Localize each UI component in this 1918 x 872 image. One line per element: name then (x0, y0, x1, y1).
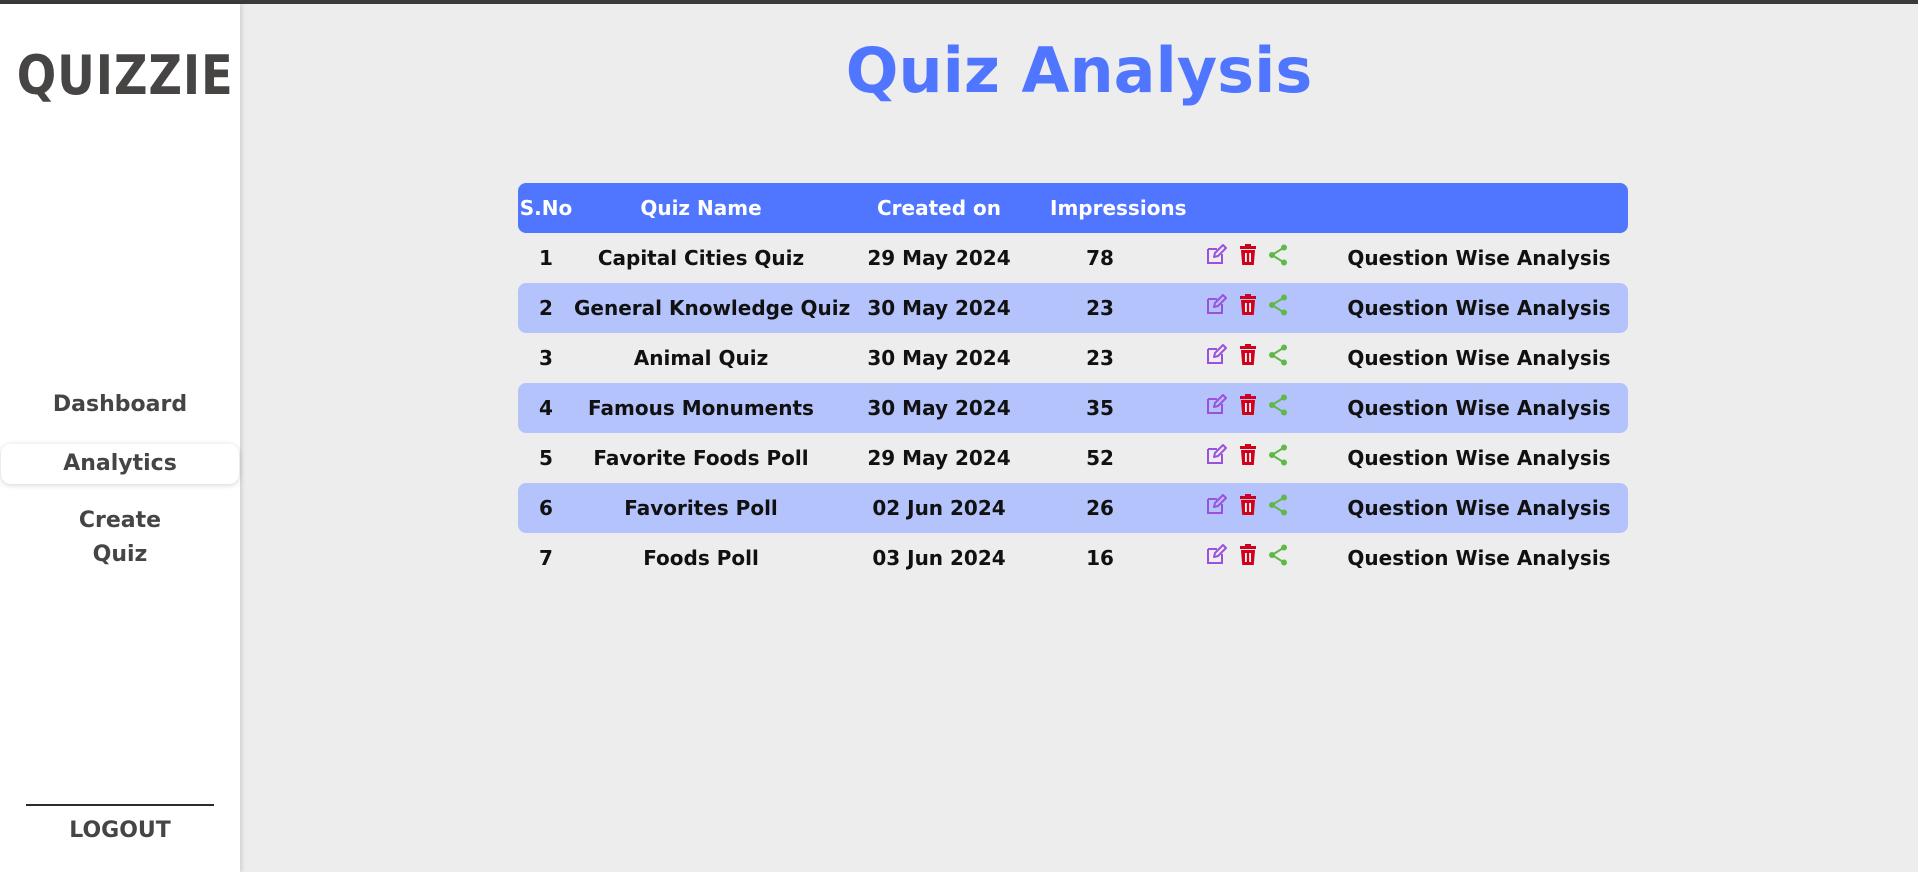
question-wise-analysis-link[interactable]: Question Wise Analysis (1330, 346, 1628, 370)
header-sno: S.No (519, 196, 573, 220)
question-wise-analysis-link[interactable]: Question Wise Analysis (1330, 396, 1628, 420)
delete-icon[interactable] (1236, 443, 1260, 467)
share-icon[interactable] (1266, 443, 1290, 467)
cell-impressions: 16 (1086, 546, 1114, 570)
delete-icon[interactable] (1236, 293, 1260, 317)
cell-actions (1150, 283, 1330, 333)
sidebar-item-create-quiz[interactable]: Create Quiz (0, 504, 240, 572)
table-row: 7 Foods Poll 03 Jun 2024 16 Question Wise An… (518, 533, 1628, 583)
sidebar-item-dashboard[interactable]: Dashboard (0, 392, 240, 417)
cell-sno: 2 (539, 296, 553, 320)
cell-actions (1150, 383, 1330, 433)
cell-sno: 6 (539, 496, 553, 520)
sidebar: QUIZZIE Dashboard Analytics Create Quiz … (0, 4, 240, 872)
delete-icon[interactable] (1236, 243, 1260, 267)
share-icon[interactable] (1266, 243, 1290, 267)
cell-created-on: 03 Jun 2024 (872, 546, 1006, 570)
share-icon[interactable] (1266, 343, 1290, 367)
table-row: 2 General Knowledge Quiz 30 May 2024 23 Ques… (518, 283, 1628, 333)
cell-sno: 4 (539, 396, 553, 420)
cell-actions (1150, 483, 1330, 533)
quiz-analysis-table: S.No Quiz Name Created on Impressions 1 C… (518, 183, 1628, 583)
cell-created-on: 30 May 2024 (867, 296, 1011, 320)
question-wise-analysis-link[interactable]: Question Wise Analysis (1330, 246, 1628, 270)
delete-icon[interactable] (1236, 493, 1260, 517)
header-impressions: Impressions (1050, 196, 1187, 220)
page-title: Quiz Analysis (845, 34, 1313, 107)
table-row: 1 Capital Cities Quiz 29 May 2024 78 Questio… (518, 233, 1628, 283)
table-row: 5 Favorite Foods Poll 29 May 2024 52 Questio… (518, 433, 1628, 483)
cell-actions (1150, 333, 1330, 383)
create-quiz-label-line1: Create (78, 508, 162, 533)
share-icon[interactable] (1266, 293, 1290, 317)
edit-icon[interactable] (1204, 343, 1228, 367)
cell-sno: 3 (539, 346, 553, 370)
cell-created-on: 29 May 2024 (867, 246, 1011, 270)
table-row: 3 Animal Quiz 30 May 2024 23 Question Wise A… (518, 333, 1628, 383)
cell-actions (1150, 533, 1330, 583)
cell-sno: 5 (539, 446, 553, 470)
edit-icon[interactable] (1204, 393, 1228, 417)
logout-divider (26, 804, 214, 806)
delete-icon[interactable] (1236, 393, 1260, 417)
question-wise-analysis-link[interactable]: Question Wise Analysis (1330, 296, 1628, 320)
share-icon[interactable] (1266, 493, 1290, 517)
share-icon[interactable] (1266, 393, 1290, 417)
cell-quiz-name: General Knowledge Quiz (574, 296, 851, 320)
cell-impressions: 78 (1086, 246, 1114, 270)
edit-icon[interactable] (1204, 493, 1228, 517)
sidebar-item-analytics[interactable]: Analytics (1, 444, 239, 484)
app-logo: QUIZZIE (16, 44, 234, 107)
cell-sno: 7 (539, 546, 553, 570)
delete-icon[interactable] (1236, 343, 1260, 367)
cell-quiz-name: Famous Monuments (588, 396, 814, 420)
header-created-on: Created on (877, 196, 1001, 220)
cell-actions (1150, 233, 1330, 283)
cell-created-on: 29 May 2024 (867, 446, 1011, 470)
delete-icon[interactable] (1236, 543, 1260, 567)
cell-impressions: 26 (1086, 496, 1114, 520)
table-header: S.No Quiz Name Created on Impressions (518, 183, 1628, 233)
cell-created-on: 02 Jun 2024 (872, 496, 1006, 520)
cell-created-on: 30 May 2024 (867, 346, 1011, 370)
cell-actions (1150, 433, 1330, 483)
cell-created-on: 30 May 2024 (867, 396, 1011, 420)
logout-button[interactable]: LOGOUT (0, 818, 240, 843)
cell-quiz-name: Favorites Poll (624, 496, 778, 520)
cell-quiz-name: Favorite Foods Poll (593, 446, 809, 470)
header-quiz-name: Quiz Name (640, 196, 762, 220)
share-icon[interactable] (1266, 543, 1290, 567)
edit-icon[interactable] (1204, 293, 1228, 317)
question-wise-analysis-link[interactable]: Question Wise Analysis (1330, 546, 1628, 570)
cell-sno: 1 (539, 246, 553, 270)
cell-impressions: 35 (1086, 396, 1114, 420)
cell-quiz-name: Animal Quiz (633, 346, 769, 370)
create-quiz-label-line2: Quiz (92, 542, 148, 567)
top-border (0, 0, 1918, 4)
question-wise-analysis-link[interactable]: Question Wise Analysis (1330, 496, 1628, 520)
table-row: 6 Favorites Poll 02 Jun 2024 26 Question Wis… (518, 483, 1628, 533)
cell-impressions: 23 (1086, 346, 1114, 370)
cell-impressions: 23 (1086, 296, 1114, 320)
cell-impressions: 52 (1086, 446, 1114, 470)
table-row: 4 Famous Monuments 30 May 2024 35 Question W… (518, 383, 1628, 433)
edit-icon[interactable] (1204, 543, 1228, 567)
edit-icon[interactable] (1204, 443, 1228, 467)
cell-quiz-name: Foods Poll (643, 546, 759, 570)
question-wise-analysis-link[interactable]: Question Wise Analysis (1330, 446, 1628, 470)
edit-icon[interactable] (1204, 243, 1228, 267)
cell-quiz-name: Capital Cities Quiz (597, 246, 805, 270)
